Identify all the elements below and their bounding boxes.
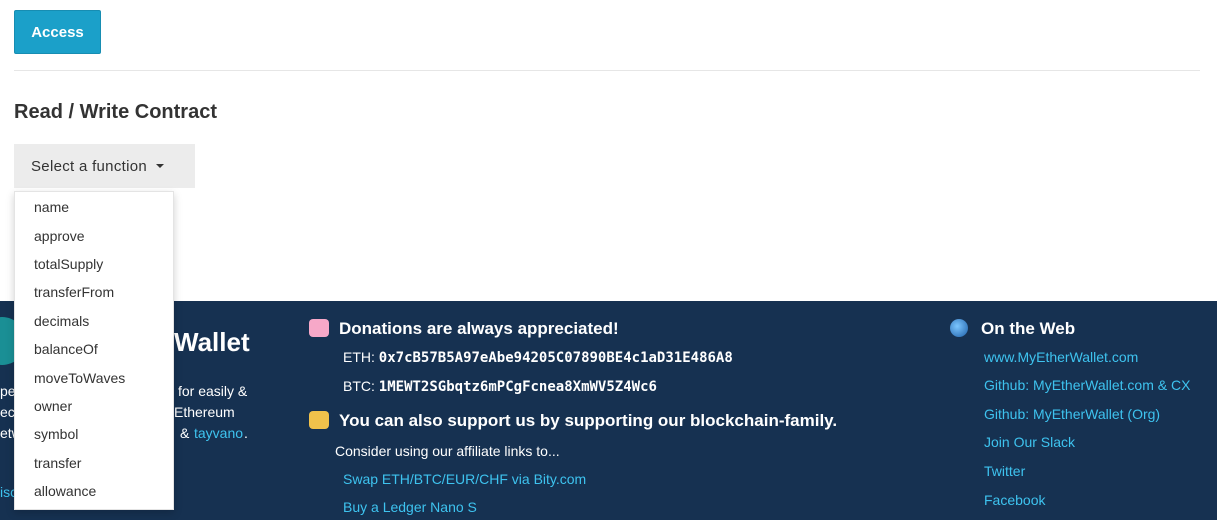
logo-text: Wallet — [174, 327, 250, 357]
access-button[interactable]: Access — [14, 10, 101, 54]
select-function-label: Select a function — [31, 157, 148, 175]
divider — [14, 70, 1200, 71]
section-title: Read / Write Contract — [14, 101, 217, 123]
gift-heart-icon — [309, 319, 329, 337]
function-item-owner[interactable]: owner — [34, 398, 72, 414]
tayvano-link[interactable]: tayvano — [194, 423, 243, 444]
globe-icon — [950, 319, 968, 337]
function-item-totalsupply[interactable]: totalSupply — [34, 256, 103, 272]
function-item-transferfrom[interactable]: transferFrom — [34, 284, 114, 300]
on-the-web-title: On the Web — [950, 319, 1075, 339]
function-item-transfer[interactable]: transfer — [34, 455, 81, 471]
support-title: You can also support us by supporting ou… — [309, 411, 837, 431]
affiliate-link-ledger[interactable]: Buy a Ledger Nano S — [343, 499, 477, 515]
select-function-dropdown[interactable]: Select a function — [14, 144, 195, 188]
btc-address: BTC: 1MEWT2SGbqtz6mPCgFcnea8XmWV5Z4Wc6 — [343, 378, 657, 395]
footer: Wallet pe for easily & ecu Ethereum etw … — [0, 301, 1217, 520]
web-link-github-org[interactable]: Github: MyEtherWallet (Org) — [984, 406, 1160, 422]
function-item-symbol[interactable]: symbol — [34, 426, 78, 442]
eth-address: ETH: 0x7cB57B5A97eAbe94205C07890BE4c1aD3… — [343, 349, 733, 366]
contract-panel: Access Read / Write Contract Select a fu… — [0, 0, 1217, 301]
function-item-name[interactable]: name — [34, 199, 69, 215]
web-link-slack[interactable]: Join Our Slack — [984, 434, 1075, 450]
function-dropdown-menu: name approve totalSupply transferFrom de… — [14, 191, 174, 510]
donations-title: Donations are always appreciated! — [309, 319, 619, 339]
web-link-twitter[interactable]: Twitter — [984, 463, 1025, 479]
web-link-site[interactable]: www.MyEtherWallet.com — [984, 349, 1138, 365]
function-item-decimals[interactable]: decimals — [34, 313, 89, 329]
web-link-facebook[interactable]: Facebook — [984, 492, 1045, 508]
affiliate-link-bity[interactable]: Swap ETH/BTC/EUR/CHF via Bity.com — [343, 471, 586, 487]
function-item-allowance[interactable]: allowance — [34, 483, 96, 499]
caret-down-icon — [156, 164, 165, 168]
function-item-approve[interactable]: approve — [34, 228, 85, 244]
function-item-movetowaves[interactable]: moveToWaves — [34, 370, 125, 386]
family-icon — [309, 411, 329, 429]
web-link-github-cx[interactable]: Github: MyEtherWallet.com & CX — [984, 377, 1190, 393]
function-item-balanceof[interactable]: balanceOf — [34, 341, 98, 357]
consider-text: Consider using our affiliate links to... — [335, 443, 560, 459]
